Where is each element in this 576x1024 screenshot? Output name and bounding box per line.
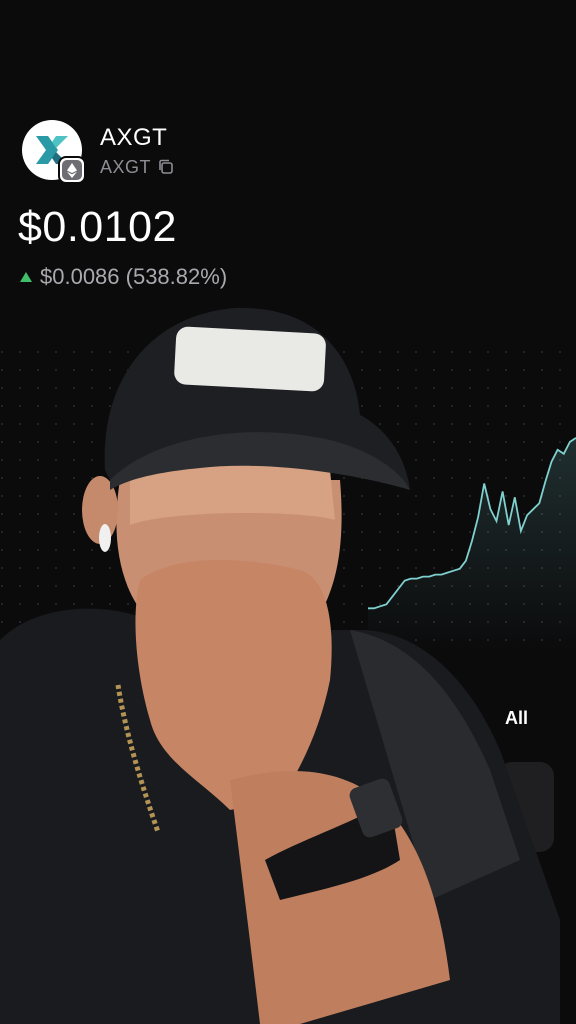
triangle-up-icon <box>20 272 32 282</box>
price-change-text: $0.0086 (538.82%) <box>40 264 228 289</box>
token-header: AXGT AXGT <box>22 120 175 184</box>
token-ticker: AXGT <box>100 156 152 177</box>
copy-icon[interactable] <box>157 158 175 176</box>
price-change: $0.0086 (538.82%) <box>20 264 227 290</box>
ethereum-icon <box>58 156 86 184</box>
token-name: AXGT <box>100 123 168 151</box>
axgt-logo-icon <box>22 120 86 184</box>
current-price: $0.0102 <box>18 203 177 251</box>
person-webcam-overlay <box>0 307 560 1024</box>
